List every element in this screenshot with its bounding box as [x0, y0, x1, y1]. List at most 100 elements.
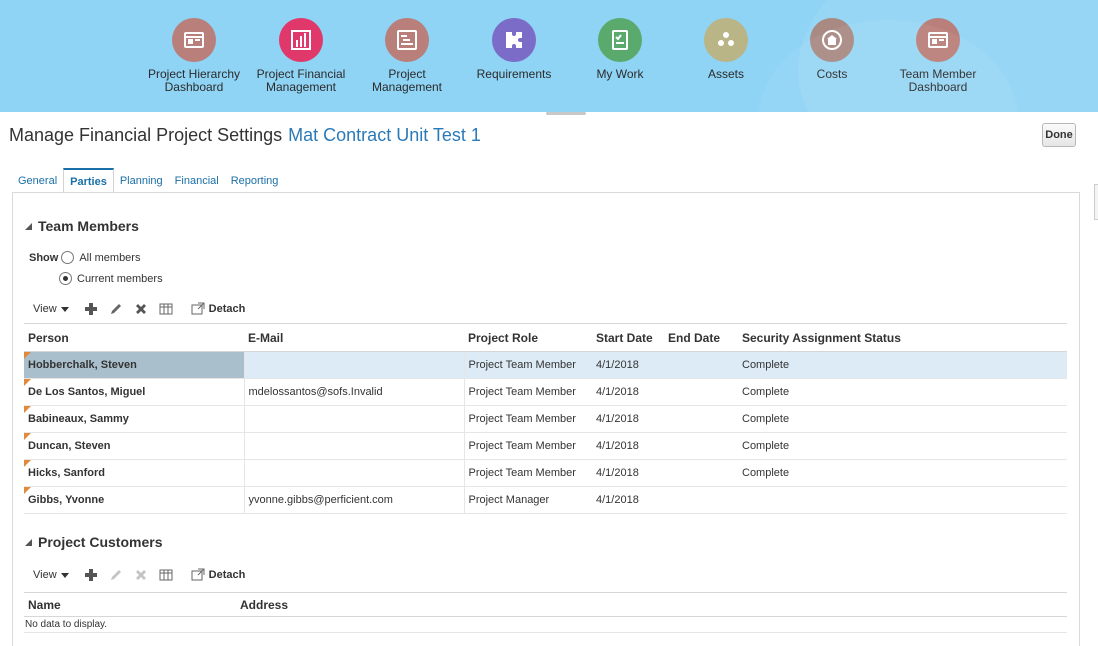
tab-reporting[interactable]: Reporting	[225, 168, 285, 192]
cell-role-link[interactable]: Project Team Member	[464, 351, 592, 379]
detach-button[interactable]: Detach	[191, 568, 246, 582]
show-label: Show	[29, 251, 59, 264]
col-start-date[interactable]: Start Date	[592, 323, 664, 352]
dashboard-icon	[916, 18, 960, 62]
radio-current-members-button[interactable]	[59, 272, 72, 285]
cell-role-link[interactable]: Project Team Member	[464, 459, 592, 487]
cell-person[interactable]: Hicks, Sanford	[24, 459, 245, 487]
cell-end-date	[664, 486, 738, 514]
cell-start-date: 4/1/2018	[592, 486, 664, 514]
radio-current-members-label: Current members	[77, 272, 163, 285]
view-menu[interactable]: View	[33, 569, 69, 581]
show-filter: Show All members	[29, 251, 140, 264]
table-row[interactable]: Babineaux, Sammy Project Team Member 4/1…	[24, 405, 1067, 433]
view-label: View	[33, 303, 57, 315]
cell-status: Complete	[738, 351, 1067, 379]
nav-item-label: Assets	[707, 67, 744, 81]
nav-item-project-hierarchy-dashboard[interactable]: Project Hierarchy Dashboard	[139, 18, 249, 94]
radio-all-members[interactable]: All members	[61, 251, 140, 264]
scroll-handle[interactable]	[1094, 184, 1098, 220]
col-person[interactable]: Person	[24, 323, 244, 352]
cell-person[interactable]: Hobberchalk, Steven	[24, 351, 245, 379]
col-address[interactable]: Address	[236, 592, 1067, 617]
done-button[interactable]: Done	[1042, 123, 1076, 147]
table-row[interactable]: Hobberchalk, Steven Project Team Member …	[24, 351, 1067, 379]
cell-role-link[interactable]: Project Team Member	[464, 432, 592, 460]
nav-item-team-member-dashboard[interactable]: Team Member Dashboard	[883, 18, 993, 94]
radio-all-members-label: All members	[79, 251, 141, 264]
delete-x-icon[interactable]	[133, 301, 149, 317]
tab-general[interactable]: General	[12, 168, 63, 192]
edit-pencil-icon[interactable]	[108, 301, 124, 317]
nav-item-assets[interactable]: Assets	[671, 18, 781, 81]
add-icon[interactable]	[83, 301, 99, 317]
nav-item-requirements[interactable]: Requirements	[459, 18, 569, 81]
springboard-banner: Project Hierarchy Dashboard Project Finan…	[0, 0, 1098, 112]
edit-pencil-icon	[108, 567, 124, 583]
nav-item-label: Project Management	[371, 67, 443, 94]
customers-toolbar: View Detach	[33, 567, 245, 583]
detach-icon	[191, 302, 205, 315]
cell-role-link[interactable]: Project Team Member	[464, 378, 592, 406]
collapse-triangle-icon[interactable]	[25, 222, 32, 230]
team-members-title: Team Members	[38, 218, 139, 234]
freeze-columns-icon[interactable]	[158, 567, 174, 583]
radio-all-members-button[interactable]	[61, 251, 75, 264]
col-name[interactable]: Name	[24, 592, 236, 617]
team-toolbar: View Detach	[33, 301, 245, 317]
cell-person[interactable]: Duncan, Steven	[24, 432, 245, 460]
col-security-status[interactable]: Security Assignment Status	[738, 323, 1067, 352]
team-members-table: Person E-Mail Project Role Start Date En…	[24, 323, 1067, 514]
cell-start-date: 4/1/2018	[592, 459, 664, 487]
collapse-triangle-icon[interactable]	[25, 538, 32, 546]
page-title-text: Manage Financial Project Settings	[9, 125, 283, 145]
cell-role-link[interactable]: Project Manager	[464, 486, 592, 514]
nav-item-project-management[interactable]: Project Management	[352, 18, 462, 94]
cell-start-date: 4/1/2018	[592, 405, 664, 433]
cell-end-date	[664, 405, 738, 433]
empty-table-message: No data to display.	[24, 616, 1067, 633]
detach-label: Detach	[208, 569, 246, 581]
nav-item-label: Requirements	[476, 67, 552, 81]
radio-current-members[interactable]: Current members	[59, 272, 163, 285]
checklist-icon	[598, 18, 642, 62]
cell-person[interactable]: Gibbs, Yvonne	[24, 486, 245, 514]
dashboard-icon	[172, 18, 216, 62]
cell-role-link[interactable]: Project Team Member	[464, 405, 592, 433]
col-end-date[interactable]: End Date	[664, 323, 738, 352]
tab-planning[interactable]: Planning	[114, 168, 169, 192]
cell-start-date: 4/1/2018	[592, 432, 664, 460]
nav-item-my-work[interactable]: My Work	[565, 18, 675, 81]
tab-financial[interactable]: Financial	[169, 168, 225, 192]
col-email[interactable]: E-Mail	[244, 323, 464, 352]
col-project-role[interactable]: Project Role	[464, 323, 592, 352]
table-row[interactable]: De Los Santos, Miguel mdelossantos@sofs.…	[24, 378, 1067, 406]
cell-email: mdelossantos@sofs.Invalid	[244, 378, 465, 406]
chevron-down-icon	[60, 572, 69, 578]
nav-item-costs[interactable]: Costs	[777, 18, 887, 81]
table-header-row: Name Address	[24, 592, 1067, 617]
add-icon[interactable]	[83, 567, 99, 583]
financial-chart-icon	[279, 18, 323, 62]
banner-collapse-handle[interactable]	[546, 112, 586, 115]
puzzle-icon	[492, 18, 536, 62]
freeze-columns-icon[interactable]	[158, 301, 174, 317]
cell-status: Complete	[738, 459, 1067, 487]
team-members-header[interactable]: Team Members	[25, 218, 139, 234]
view-menu[interactable]: View	[33, 303, 69, 315]
detach-button[interactable]: Detach	[191, 302, 245, 316]
cell-person[interactable]: De Los Santos, Miguel	[24, 378, 245, 406]
table-row[interactable]: Duncan, Steven Project Team Member 4/1/2…	[24, 432, 1067, 460]
cell-end-date	[664, 351, 738, 379]
tab-bar: General Parties Planning Financial Repor…	[12, 168, 284, 192]
view-label: View	[33, 569, 57, 581]
project-customers-header[interactable]: Project Customers	[25, 534, 162, 550]
tab-parties[interactable]: Parties	[63, 168, 114, 192]
delete-x-icon	[133, 567, 149, 583]
table-row[interactable]: Gibbs, Yvonne yvonne.gibbs@perficient.co…	[24, 486, 1067, 514]
cell-person[interactable]: Babineaux, Sammy	[24, 405, 245, 433]
table-row[interactable]: Hicks, Sanford Project Team Member 4/1/2…	[24, 459, 1067, 487]
table-header-row: Person E-Mail Project Role Start Date En…	[24, 323, 1067, 352]
cell-status: Complete	[738, 378, 1067, 406]
nav-item-project-financial-management[interactable]: Project Financial Management	[246, 18, 356, 94]
